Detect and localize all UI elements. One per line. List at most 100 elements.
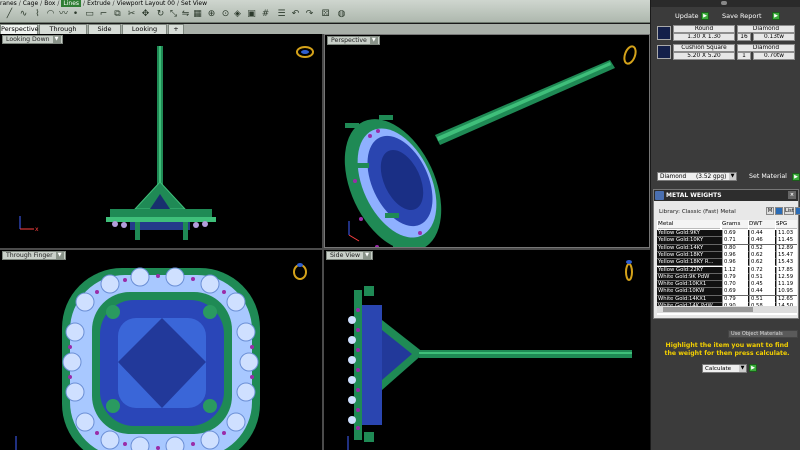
tab-add[interactable]: + [168,24,184,34]
curve-tool-icon[interactable]: ∿ [18,9,29,20]
table-row[interactable]: White Gold:10KW 0.69 0.44 10.95 [657,288,797,296]
use-object-materials-button[interactable]: Use Object Materials [728,330,798,338]
close-icon[interactable]: × [788,191,796,199]
set-material-button[interactable]: ▶ [792,173,800,181]
dice-icon[interactable]: ⚄ [320,9,331,20]
crumb-item[interactable]: Extrude [87,0,110,7]
material-select[interactable]: Diamond (3.52 gpg) ▼ [657,172,737,181]
table-cell: White Gold:9K PdW [658,273,710,280]
dropdown-icon: ▼ [739,365,746,372]
viewport-label[interactable]: Looking Down ▼ [2,35,63,44]
viewport-looking-down[interactable]: Looking Down ▼ x [0,34,322,248]
line-tool-icon[interactable]: ╱ [4,9,15,20]
crumb-item[interactable]: Cage [23,0,38,7]
table-row[interactable]: Yellow Gold:9KY 0.69 0.44 11.03 [657,230,797,238]
layer-icon[interactable]: ☰ [276,9,287,20]
trim-icon[interactable]: ✂ [126,9,137,20]
join-icon[interactable]: ⊕ [206,9,217,20]
viewport-splitter-horizontal[interactable] [0,248,650,250]
tab-perspective[interactable]: Perspective [0,24,39,34]
panel-grip[interactable] [651,0,800,7]
table-cell: 11.45 [776,237,797,245]
viewport-label[interactable]: Through Finger ▼ [2,251,66,260]
globe-icon[interactable]: ◍ [336,9,347,20]
tab-side-view[interactable]: Side View [88,24,121,42]
info-icon[interactable] [795,207,800,215]
crumb-item[interactable]: Viewport Layout 00 [117,0,175,7]
table-cell: White Gold:10KW [658,288,705,295]
table-cell: 0.51 [749,273,775,281]
table-cell: Yellow Gold:18KY R... [658,259,714,266]
update-button[interactable]: ▶ [701,12,709,20]
viewport-label[interactable]: Perspective ▼ [327,36,380,45]
table-cell: 10.95 [776,288,797,296]
point-icon[interactable]: • [70,9,81,20]
update-label: Update [675,12,699,20]
crumb-item[interactable]: ranes [0,0,17,7]
dropdown-icon[interactable]: ▼ [55,252,64,259]
redo-icon[interactable]: ↷ [304,9,315,20]
dropdown-icon[interactable]: ▼ [369,37,378,44]
move-icon[interactable]: ✥ [140,9,151,20]
dropdown-icon[interactable]: ▼ [363,252,372,259]
viewport-splitter-vertical[interactable] [322,34,324,450]
grid-icon[interactable] [775,207,783,215]
table-row[interactable]: Yellow Gold:14KY 0.80 0.52 12.89 [657,244,797,252]
crumb-item[interactable]: Set View [181,0,207,7]
list-button[interactable]: List [784,207,794,215]
snap-icon[interactable]: ⊙ [220,9,231,20]
crumb-item[interactable]: Box [44,0,55,7]
mirror-icon[interactable]: ⇋ [180,9,191,20]
table-row[interactable]: Yellow Gold:18KY R... 0.96 0.62 15.43 [657,259,797,267]
cage-icon[interactable]: ▣ [246,9,257,20]
rectangle-icon[interactable]: ▭ [84,9,95,20]
table-cell: White Gold:10KX1 [658,281,707,288]
scale-icon[interactable]: ⤡ [168,9,179,20]
table-row[interactable]: White Gold:9K PdW 0.79 0.51 12.59 [657,273,797,282]
node-icon[interactable]: ◈ [232,9,243,20]
gem-row[interactable]: Round Diamond 1.30 X 1.30 16 0.13tw [657,25,797,42]
viewport-side-view[interactable]: Side View ▼ [324,250,650,450]
corner-icon[interactable]: ⌐ [98,9,109,20]
calculate-select[interactable]: Calculate ▼ [702,364,747,373]
array-icon[interactable]: ▦ [192,9,203,20]
tab-through-finger[interactable]: Through Finger [39,24,87,42]
offset-icon[interactable]: ⧉ [112,9,123,20]
polyline-icon[interactable]: ⌇ [32,9,43,20]
model-view-through-finger [15,263,307,450]
table-row[interactable]: Yellow Gold:18KY 0.96 0.62 15.47 [657,251,797,260]
undo-icon[interactable]: ↶ [290,9,301,20]
column-header[interactable]: SPG [776,220,797,229]
view-tabs: Perspective Through Finger Side View Loo… [0,24,650,42]
crumb-item[interactable]: Lines [61,0,82,7]
table-cell: 0.80 [722,244,748,252]
viewport-through-finger[interactable]: Through Finger ▼ [0,250,322,450]
table-row[interactable]: Yellow Gold:22KY 1.12 0.72 17.85 [657,266,797,274]
viewport-perspective[interactable]: Perspective ▼ [324,34,650,248]
calculate-button[interactable]: ▶ [749,364,757,372]
gem-weight: 0.70tw [753,52,795,60]
model-view-perspective [344,45,637,247]
horizontal-scrollbar[interactable] [657,306,797,313]
table-row[interactable]: Yellow Gold:10KY 0.71 0.46 11.45 [657,237,797,245]
scrollbar-thumb[interactable] [663,307,753,312]
table-row[interactable]: White Gold:10KX1 0.70 0.45 11.19 [657,281,797,289]
table-cell: 0.69 [722,288,748,296]
rotate-icon[interactable]: ↻ [155,9,166,20]
tab-looking-down[interactable]: Looking Down [122,24,167,42]
table-cell: 0.44 [749,230,775,237]
dropdown-icon[interactable]: ▼ [52,36,61,43]
table-cell: Yellow Gold:14KY [658,244,704,251]
spline-icon[interactable]: 〰 [58,9,69,20]
save-report-button[interactable]: ▶ [772,12,780,20]
arc-icon[interactable]: ◠ [45,9,56,20]
table-row[interactable]: White Gold:14KX1 0.79 0.51 12.65 [657,295,797,303]
column-header[interactable]: Grams [722,220,748,229]
table-cell: 0.51 [749,295,775,303]
gem-row[interactable]: Cushion Square Diamond 5.20 X 5.20 1 0.7… [657,44,797,61]
grid-icon[interactable]: # [260,9,271,20]
column-header[interactable]: Metal [658,220,720,229]
column-header[interactable]: DWT [749,220,775,229]
m-button[interactable]: M [766,207,774,215]
viewport-label[interactable]: Side View ▼ [326,251,374,260]
